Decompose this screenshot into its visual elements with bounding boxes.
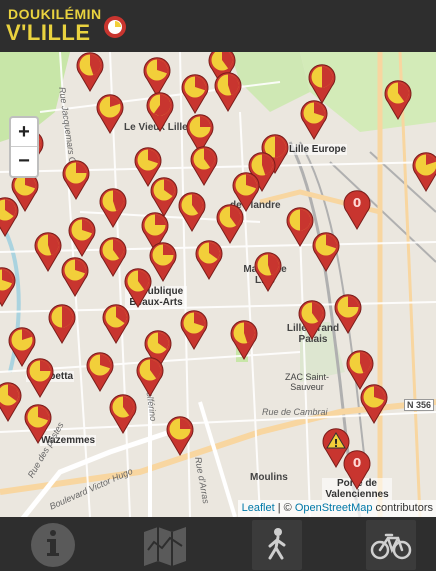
map-icon (144, 527, 186, 566)
station-marker[interactable] (124, 268, 152, 308)
station-marker[interactable] (286, 207, 314, 247)
station-marker[interactable] (214, 72, 242, 112)
map-label: Lille Europe (288, 144, 348, 155)
map-label: N 356 (404, 399, 435, 411)
logo-text-bottom: V'LILLE (6, 20, 91, 45)
station-marker[interactable] (181, 74, 209, 114)
map-button[interactable] (140, 520, 190, 570)
marker-label: 0 (353, 196, 361, 210)
station-marker[interactable] (298, 300, 326, 340)
station-marker[interactable] (149, 242, 177, 282)
empty-station-marker[interactable]: 0 (343, 190, 371, 230)
station-marker[interactable] (26, 358, 54, 398)
bottom-toolbar (0, 517, 436, 571)
station-marker[interactable] (254, 252, 282, 292)
osm-link[interactable]: OpenStreetMap (295, 502, 373, 514)
zoom-out-button[interactable]: − (11, 147, 37, 176)
marker-label: 0 (353, 456, 361, 470)
station-marker[interactable] (230, 320, 258, 360)
logo-pin-icon (104, 16, 126, 38)
app-logo: DOUKILÉMIN V'LILLE (6, 6, 128, 45)
leaflet-link[interactable]: Leaflet (242, 502, 275, 514)
walk-mode-button[interactable] (252, 520, 302, 570)
bike-mode-button[interactable] (366, 520, 416, 570)
map-label: ZAC Saint-Sauveur (284, 372, 329, 392)
station-marker[interactable] (146, 92, 174, 132)
zoom-in-button[interactable]: + (11, 118, 37, 147)
station-marker[interactable] (360, 384, 388, 424)
station-marker[interactable] (412, 152, 436, 192)
warning-marker[interactable]: ! (322, 428, 350, 468)
station-marker[interactable] (312, 232, 340, 272)
station-marker[interactable] (48, 304, 76, 344)
station-marker[interactable] (166, 416, 194, 456)
station-marker[interactable] (150, 177, 178, 217)
station-marker[interactable] (62, 160, 90, 200)
app-header: DOUKILÉMIN V'LILLE (0, 0, 436, 52)
station-marker[interactable] (308, 64, 336, 104)
station-marker[interactable] (102, 304, 130, 344)
station-marker[interactable] (86, 352, 114, 392)
station-marker[interactable] (136, 357, 164, 397)
station-marker[interactable] (34, 232, 62, 272)
map-view[interactable]: Le Vieux Lille Lille Europe de Flandre M… (0, 52, 436, 517)
attribution-separator: | © (274, 502, 295, 514)
station-marker[interactable] (334, 294, 362, 334)
station-marker[interactable] (99, 237, 127, 277)
station-marker[interactable] (109, 394, 137, 434)
map-label: Rue de Cambrai (262, 407, 328, 417)
station-marker[interactable] (0, 197, 19, 237)
station-marker[interactable] (96, 94, 124, 134)
map-attribution: Leaflet | © OpenStreetMap contributors (237, 500, 436, 517)
station-marker[interactable] (190, 146, 218, 186)
station-marker[interactable] (195, 240, 223, 280)
marker-label: ! (333, 437, 338, 450)
station-marker[interactable] (0, 267, 16, 307)
station-marker[interactable] (384, 80, 412, 120)
station-marker[interactable] (216, 204, 244, 244)
station-marker[interactable] (0, 382, 22, 422)
info-button[interactable] (28, 520, 78, 570)
station-marker[interactable] (178, 192, 206, 232)
bicycle-icon (370, 533, 412, 560)
info-icon (31, 523, 75, 567)
walking-person-icon (268, 528, 286, 560)
attribution-suffix: contributors (372, 502, 433, 514)
station-marker[interactable] (180, 310, 208, 350)
station-marker[interactable] (61, 257, 89, 297)
station-marker[interactable] (300, 100, 328, 140)
station-marker[interactable] (68, 217, 96, 257)
map-label: Moulins (250, 472, 288, 483)
station-marker[interactable] (76, 52, 104, 92)
station-marker[interactable] (143, 57, 171, 97)
station-marker[interactable] (99, 188, 127, 228)
station-marker[interactable] (24, 404, 52, 444)
zoom-control: + − (9, 116, 39, 178)
